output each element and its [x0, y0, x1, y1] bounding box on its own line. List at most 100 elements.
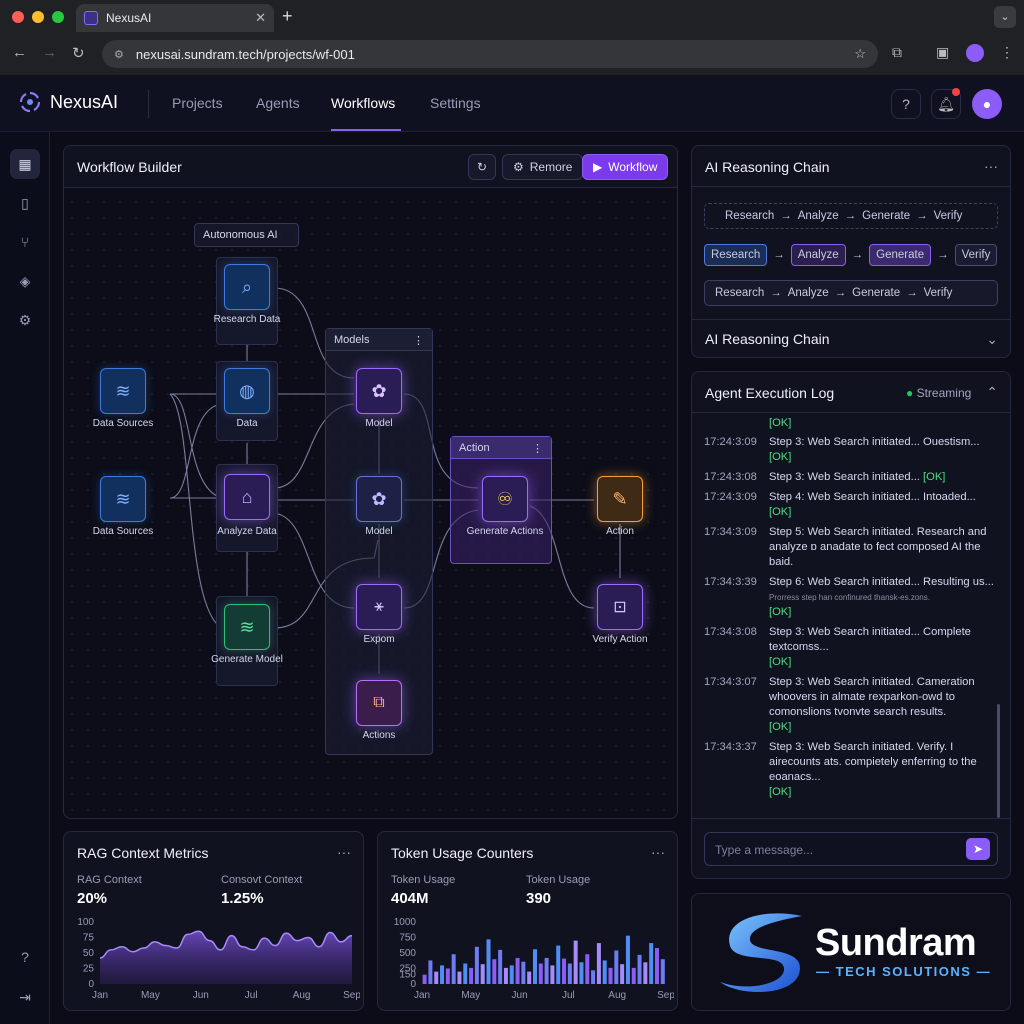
diagram-icon: ⧉: [373, 694, 385, 711]
y-tick-label: 0: [410, 979, 416, 990]
browser-tab[interactable]: NexusAI ✕: [76, 4, 274, 32]
log-scrollbar[interactable]: [997, 704, 1000, 818]
more-icon[interactable]: ⋮: [413, 334, 424, 347]
research-data-node[interactable]: ⌕: [224, 264, 270, 310]
extensions-icon[interactable]: ⧉: [892, 44, 902, 61]
more-icon[interactable]: ⋮: [532, 442, 543, 455]
minimize-window-button[interactable]: [32, 11, 44, 23]
generate-model-node[interactable]: ≋: [224, 604, 270, 650]
more-options-icon[interactable]: ···: [651, 844, 665, 860]
expom-node[interactable]: ⚹: [356, 584, 402, 630]
log-time: 17:24:3:08: [704, 471, 757, 483]
analyze-data-node[interactable]: ⌂: [224, 474, 270, 520]
dashboard-icon[interactable]: ▦: [10, 149, 40, 179]
bookmark-star-icon[interactable]: ☆: [854, 46, 866, 62]
user-avatar[interactable]: ●: [972, 89, 1002, 119]
reasoning-chain-panel: AI Reasoning Chain ··· Research → Analyze…: [691, 145, 1011, 358]
help-circle-icon[interactable]: ?: [10, 942, 40, 972]
chip-analyze[interactable]: Analyze: [790, 244, 846, 266]
tab-menu-button[interactable]: ⌄: [994, 6, 1016, 28]
maximize-window-button[interactable]: [52, 11, 64, 23]
token-title: Token Usage Counters: [391, 845, 534, 861]
refresh-button[interactable]: ↻: [468, 154, 496, 180]
more-options-icon[interactable]: ···: [984, 158, 998, 174]
log-entry: 17:34:3:07 Step 3: Web Search initiated. …: [704, 675, 994, 735]
metric-value: 1.25%: [221, 890, 264, 907]
send-button[interactable]: ➤: [966, 838, 990, 860]
bar: [463, 963, 468, 984]
search-document-icon: ⌕: [241, 276, 253, 297]
play-icon: ▶: [593, 160, 603, 174]
new-tab-button[interactable]: +: [282, 6, 293, 27]
chevron-down-icon[interactable]: ⌄: [986, 331, 998, 348]
log-ok: [OK]: [923, 471, 946, 483]
document-icon[interactable]: ▯: [10, 188, 40, 218]
close-tab-icon[interactable]: ✕: [255, 10, 266, 26]
model-node-2[interactable]: ✿: [356, 476, 402, 522]
logout-icon[interactable]: ⇥: [10, 982, 40, 1012]
x-tick-label: Aug: [293, 990, 311, 1001]
brand-sub-text: TECH SOLUTIONS: [835, 964, 972, 979]
layers-icon[interactable]: ◈: [10, 266, 40, 296]
site-info-icon[interactable]: ⚙: [114, 48, 124, 61]
log-body[interactable]: [OK] 17:24:3:09 Step 3: Web Search initia…: [704, 416, 994, 816]
bar: [445, 968, 450, 984]
action-node[interactable]: ✎: [597, 476, 643, 522]
bar: [440, 965, 445, 984]
remore-button[interactable]: ⚙ Remore: [502, 154, 584, 180]
forward-icon[interactable]: →: [42, 44, 57, 61]
group-label: Autonomous AI: [203, 229, 278, 241]
group-autonomous-ai[interactable]: Autonomous AI: [194, 223, 299, 247]
data-node[interactable]: ◍: [224, 368, 270, 414]
back-icon[interactable]: ←: [12, 44, 27, 61]
run-workflow-button[interactable]: ▶ Workflow: [582, 154, 669, 180]
nav-agents[interactable]: Agents: [256, 95, 300, 111]
y-tick-label: 750: [399, 933, 416, 944]
y-tick-label: 1000: [394, 917, 417, 928]
research-data-label: Research Data: [213, 314, 281, 325]
more-options-icon[interactable]: ···: [337, 844, 351, 860]
chip-verify[interactable]: Verify: [954, 244, 998, 266]
reload-icon[interactable]: ↻: [72, 44, 85, 62]
y-tick-label: 500: [399, 948, 416, 959]
remore-label: Remore: [529, 160, 573, 174]
reasoning-chain-row-2[interactable]: Research → Analyze → Generate → Verify: [704, 242, 998, 268]
sidebar-toggle-icon[interactable]: ▣: [936, 44, 949, 61]
generate-actions-node[interactable]: ♾: [482, 476, 528, 522]
chip-research[interactable]: Research: [704, 244, 768, 266]
step-verify: Verify: [933, 210, 963, 222]
model-label-2: Model: [365, 526, 393, 537]
reasoning-chain-row-3[interactable]: Research → Analyze → Generate → Verify: [704, 280, 998, 306]
verify-action-node[interactable]: ⊡: [597, 584, 643, 630]
bar: [544, 957, 549, 984]
model-node-1[interactable]: ✿: [356, 368, 402, 414]
log-entry: 17:24:3:08 Step 3: Web Search initiated..…: [704, 470, 994, 485]
branch-icon[interactable]: ⑂: [10, 227, 40, 257]
data-sources-label-2: Data Sources: [92, 526, 154, 537]
status-dot-icon: ●: [906, 386, 914, 400]
app-logo[interactable]: NexusAI: [18, 90, 118, 114]
chevron-up-icon[interactable]: ⌃: [986, 384, 998, 401]
log-time: 17:34:3:09: [704, 526, 757, 538]
message-placeholder: Type a message...: [715, 843, 814, 857]
message-input[interactable]: Type a message...: [704, 832, 998, 866]
actions-node[interactable]: ⧉: [356, 680, 402, 726]
nav-settings[interactable]: Settings: [430, 95, 481, 111]
nav-projects[interactable]: Projects: [172, 95, 223, 111]
log-time: 17:24:3:09: [704, 491, 757, 503]
settings-icon[interactable]: ⚙: [10, 305, 40, 335]
close-window-button[interactable]: [12, 11, 24, 23]
browser-profile-avatar[interactable]: [966, 44, 984, 62]
hierarchy-icon: ⌂: [241, 486, 253, 507]
log-message: Step 3: Web Search initiated... Complete…: [769, 626, 971, 653]
x-tick-label: Sep: [343, 990, 360, 1001]
address-bar[interactable]: ⚙ nexusai.sundram.tech/projects/wf-001 ☆: [102, 40, 878, 68]
chip-generate[interactable]: Generate: [869, 244, 932, 266]
data-sources-node-2[interactable]: ≋: [100, 476, 146, 522]
reasoning-chain-row-1[interactable]: Research → Analyze → Generate → Verify: [704, 203, 998, 229]
browser-menu-icon[interactable]: ⋮: [1000, 44, 1014, 61]
nav-workflows[interactable]: Workflows: [331, 95, 395, 111]
x-tick-label: Jun: [512, 990, 528, 1001]
help-icon[interactable]: ?: [891, 89, 921, 119]
data-sources-node-1[interactable]: ≋: [100, 368, 146, 414]
